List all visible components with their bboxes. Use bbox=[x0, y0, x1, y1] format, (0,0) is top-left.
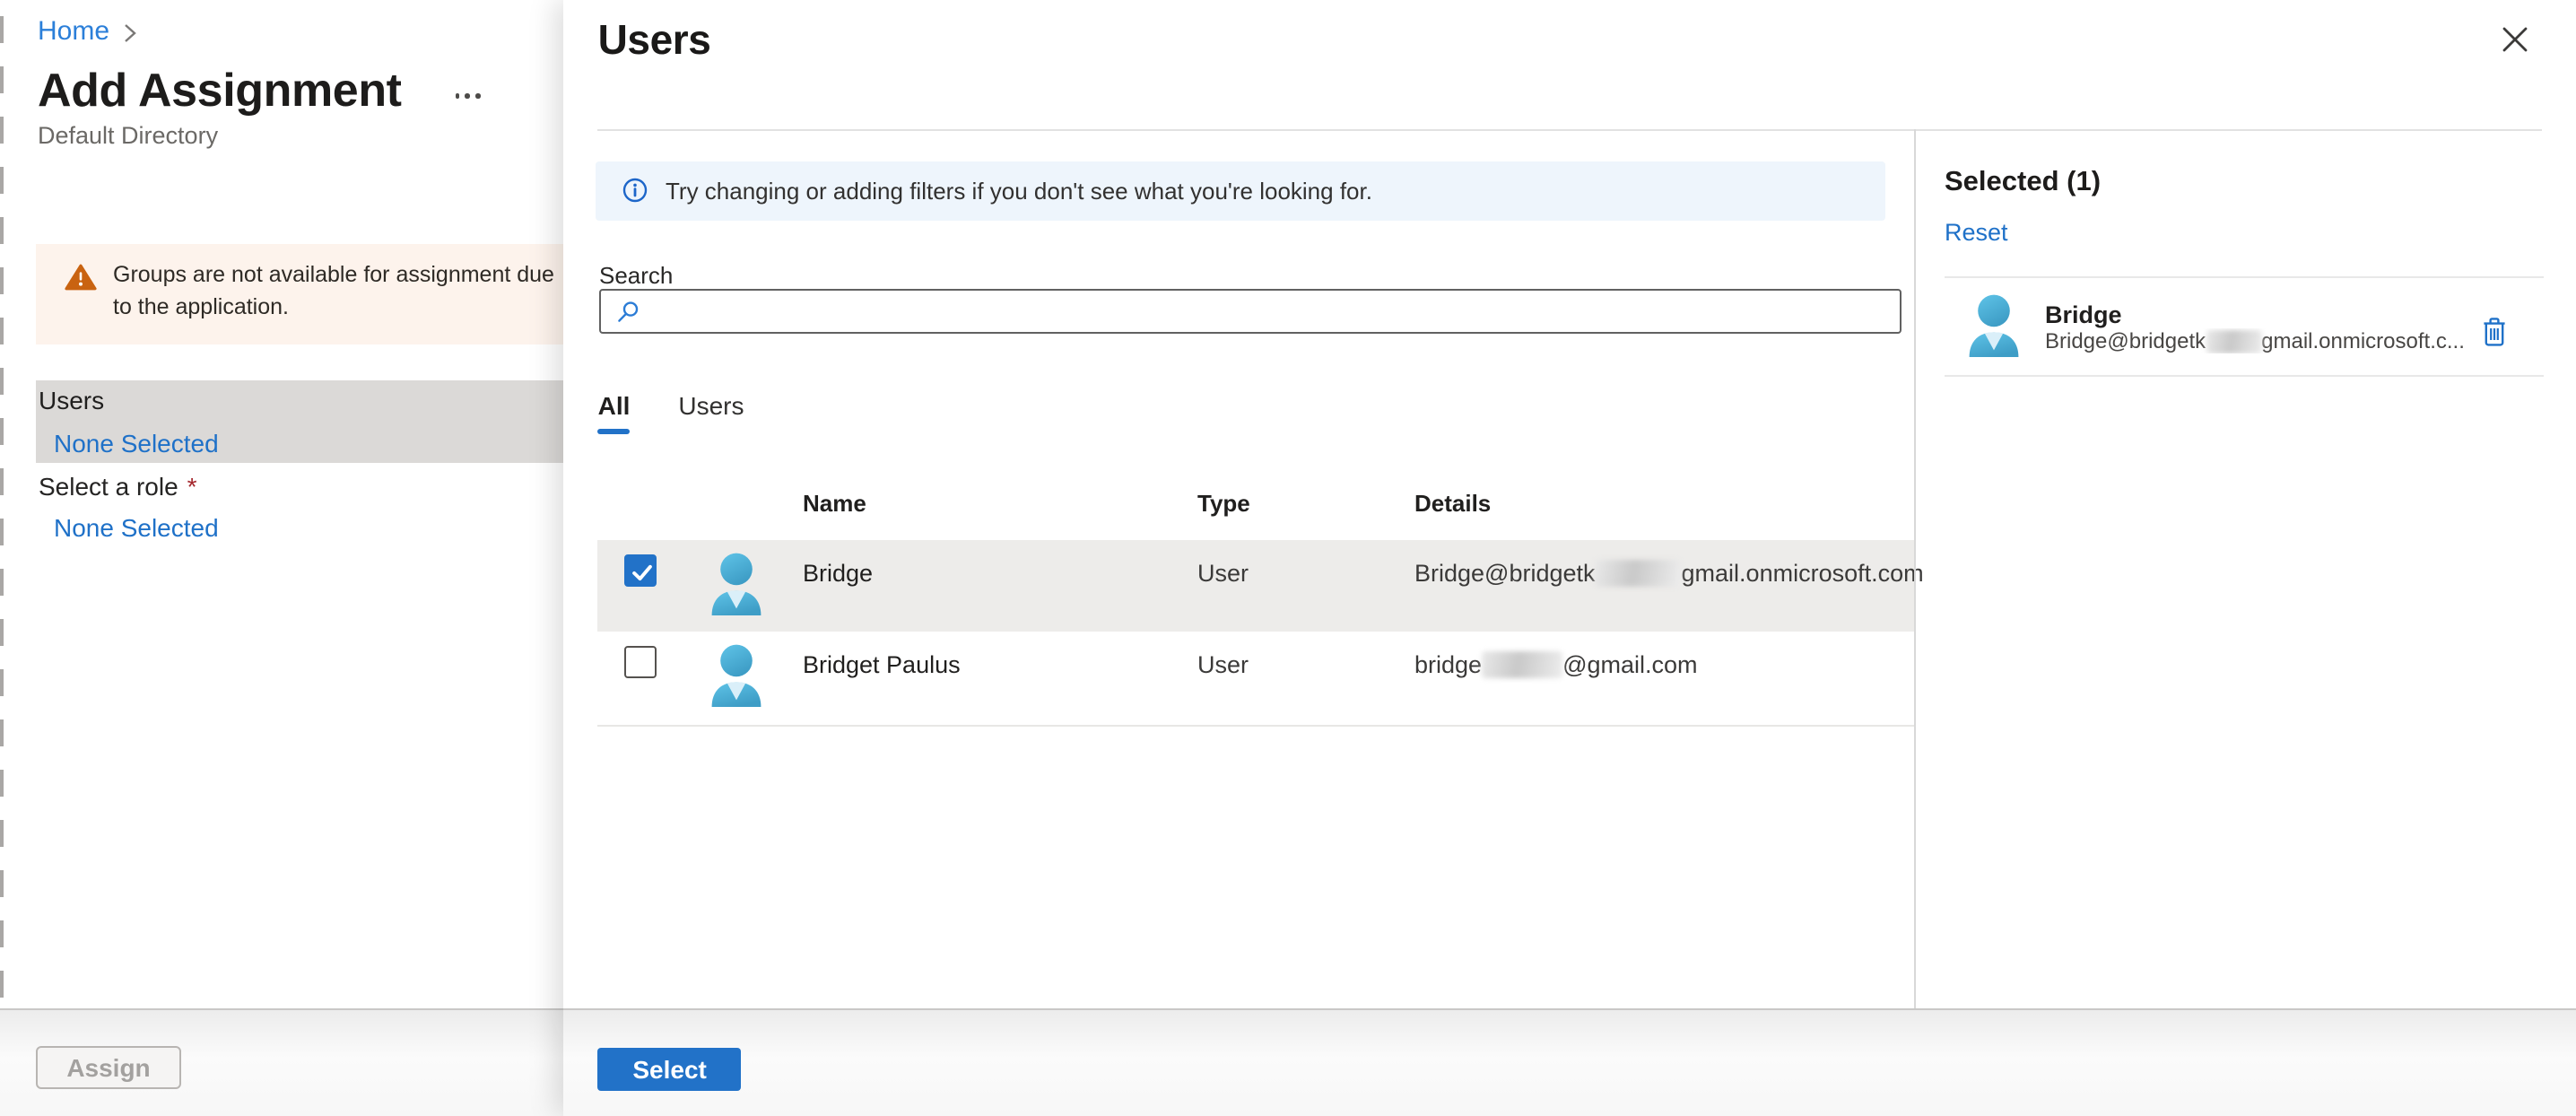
row-checkbox-unchecked[interactable] bbox=[624, 646, 657, 679]
selected-divider-bottom bbox=[1945, 374, 2544, 376]
cell-type: User bbox=[1197, 559, 1249, 587]
redacted-text bbox=[1482, 651, 1563, 679]
search-input[interactable] bbox=[650, 289, 1899, 334]
breadcrumb: Home bbox=[38, 16, 136, 47]
user-avatar-icon bbox=[707, 553, 766, 624]
cell-details: Bridge@bridgetk gmail.onmicrosoft.com bbox=[1414, 559, 1924, 587]
left-edge-scrollbar[interactable] bbox=[0, 16, 4, 1003]
tab-users[interactable]: Users bbox=[678, 390, 744, 419]
panel-footer: Select bbox=[562, 1008, 2576, 1116]
breadcrumb-home-link[interactable]: Home bbox=[38, 16, 109, 47]
page-title: Add Assignment bbox=[38, 63, 402, 117]
users-picker-panel: Users Try changing or adding filters if … bbox=[562, 0, 2576, 1116]
table-row[interactable]: Bridge User Bridge@bridgetk gmail.onmicroso… bbox=[597, 539, 1924, 632]
search-label: Search bbox=[599, 262, 674, 289]
info-text: Try changing or adding filters if you do… bbox=[666, 177, 1372, 205]
page-subtitle: Default Directory bbox=[38, 122, 219, 149]
chevron-right-icon bbox=[124, 23, 136, 43]
user-avatar-icon bbox=[707, 645, 766, 717]
selected-item-email: Bridge@bridgetk gmail.onmicrosoft.c... bbox=[2045, 328, 2465, 353]
users-field-label: Users bbox=[39, 386, 105, 414]
close-icon[interactable] bbox=[2496, 22, 2532, 57]
cell-details: bridge @gmail.com bbox=[1414, 651, 1698, 679]
page-title-row: Add Assignment bbox=[38, 63, 483, 118]
cell-type: User bbox=[1197, 651, 1249, 679]
search-box bbox=[598, 289, 1901, 334]
select-button[interactable]: Select bbox=[597, 1048, 742, 1090]
warning-banner: Groups are not available for assignment … bbox=[36, 244, 570, 344]
assign-button[interactable]: Assign bbox=[36, 1046, 181, 1089]
selected-divider-top bbox=[1945, 275, 2544, 277]
redacted-text bbox=[2206, 330, 2262, 353]
cell-name: Bridget Paulus bbox=[803, 651, 961, 679]
user-avatar-icon bbox=[1964, 294, 2023, 366]
column-header-details: Details bbox=[1414, 489, 1492, 516]
users-none-selected-link[interactable]: None Selected bbox=[54, 428, 219, 457]
search-icon bbox=[616, 301, 638, 322]
ellipsis-menu-icon[interactable] bbox=[452, 90, 484, 101]
page-footer: Assign bbox=[0, 1008, 610, 1116]
role-none-selected-link[interactable]: None Selected bbox=[54, 512, 219, 541]
user-rows: Bridge User Bridge@bridgetk gmail.onmicroso… bbox=[597, 539, 1924, 727]
vertical-divider bbox=[1913, 129, 1915, 1008]
table-row[interactable]: Bridget Paulus User bridge @gmail.com bbox=[597, 632, 1913, 727]
tab-all[interactable]: All bbox=[598, 390, 631, 419]
selected-count-title: Selected (1) bbox=[1945, 167, 2102, 197]
active-tab-underline bbox=[597, 428, 631, 434]
info-icon bbox=[622, 179, 648, 204]
tab-bar: All Users bbox=[598, 390, 744, 419]
azure-portal-page: Home Add Assignment Default Directory Gr… bbox=[0, 0, 2576, 1116]
trash-icon[interactable] bbox=[2478, 313, 2511, 349]
redacted-text bbox=[1595, 559, 1682, 587]
cell-name: Bridge bbox=[803, 559, 874, 587]
warning-triangle-icon bbox=[65, 264, 97, 300]
warning-text: Groups are not available for assignment … bbox=[113, 262, 554, 318]
selected-item-name: Bridge bbox=[2045, 301, 2122, 327]
add-assignment-page: Home Add Assignment Default Directory Gr… bbox=[0, 0, 610, 1116]
column-header-name: Name bbox=[803, 489, 866, 516]
required-asterisk: * bbox=[187, 472, 197, 501]
panel-title: Users bbox=[597, 16, 711, 63]
select-role-label: Select a role * bbox=[39, 472, 197, 501]
row-checkbox-checked[interactable] bbox=[624, 554, 657, 587]
info-banner: Try changing or adding filters if you do… bbox=[596, 161, 1885, 220]
title-divider bbox=[597, 129, 2543, 131]
column-header-type: Type bbox=[1197, 489, 1250, 516]
table-header: Name Type Details bbox=[597, 489, 1912, 516]
reset-link[interactable]: Reset bbox=[1945, 219, 2008, 246]
